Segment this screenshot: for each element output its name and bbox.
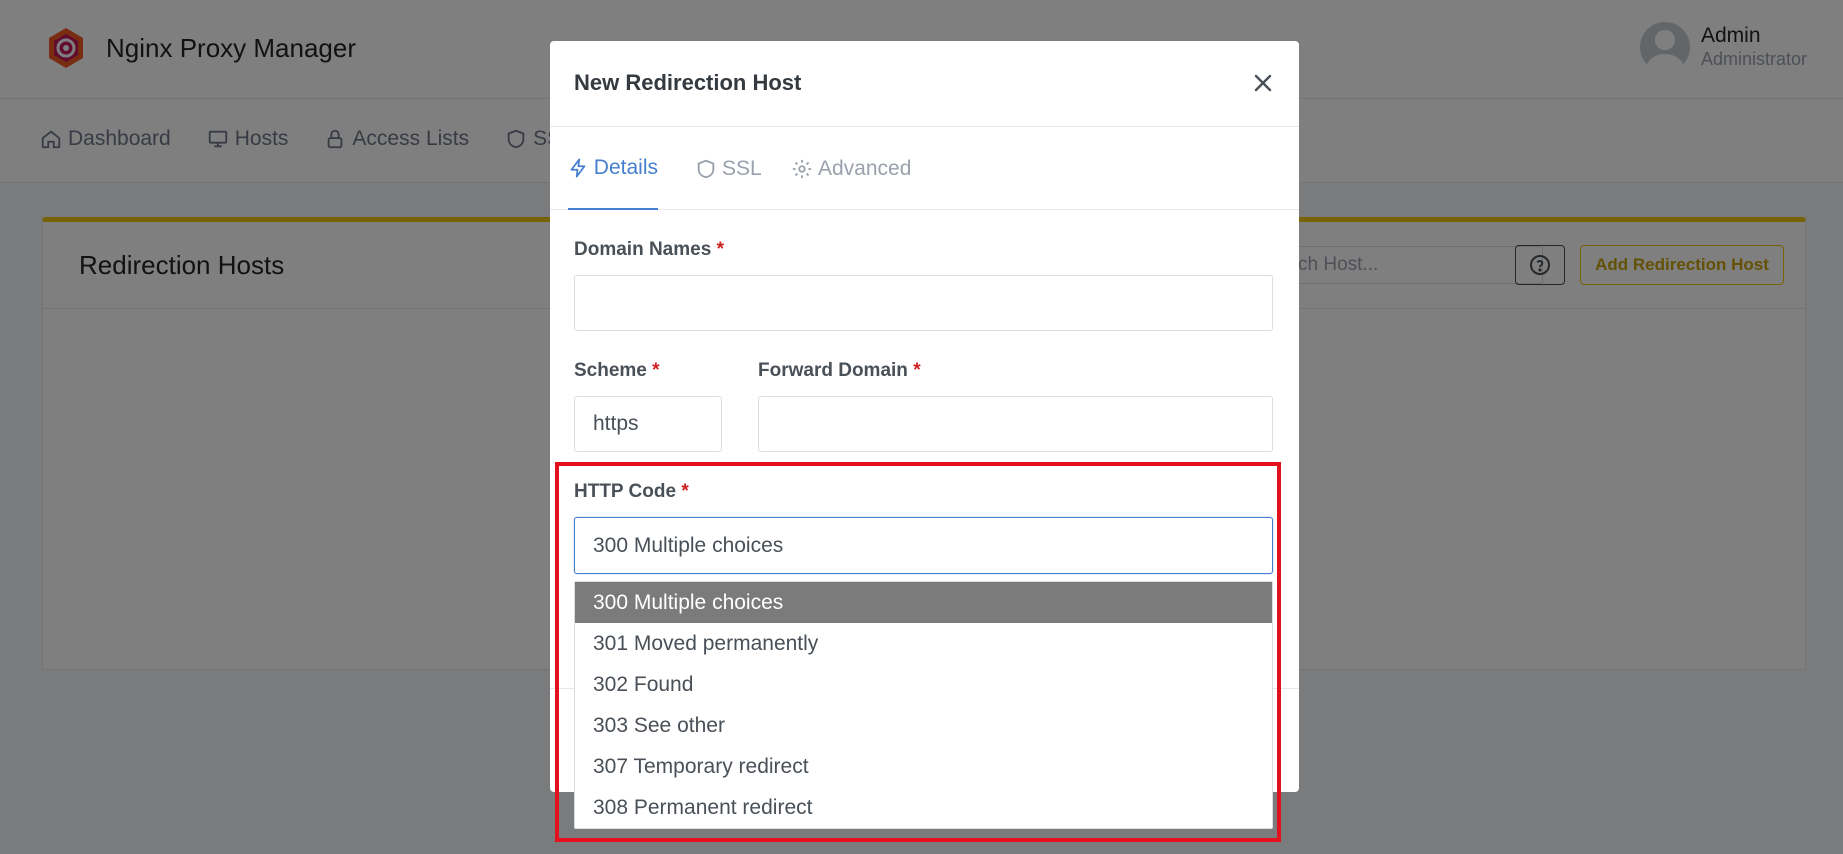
gear-icon	[792, 159, 812, 178]
domain-names-label: Domain Names *	[574, 239, 724, 260]
scheme-label: Scheme *	[574, 360, 660, 381]
forward-domain-label: Forward Domain *	[758, 360, 921, 381]
highlight-box	[555, 462, 1281, 842]
modal-header: New Redirection Host	[550, 41, 1299, 127]
required-mark: *	[716, 239, 724, 260]
lightning-icon	[570, 157, 586, 178]
close-icon	[1254, 74, 1272, 92]
tab-details[interactable]: Details	[568, 127, 658, 210]
forward-domain-input[interactable]	[758, 396, 1273, 452]
domain-names-input[interactable]	[574, 275, 1273, 331]
close-button[interactable]	[1249, 69, 1277, 97]
required-mark: *	[913, 360, 921, 381]
tab-advanced[interactable]: Advanced	[791, 127, 911, 210]
tab-label: SSL	[722, 156, 762, 180]
shield-icon	[697, 159, 715, 178]
tab-label: Advanced	[818, 156, 912, 180]
modal-title: New Redirection Host	[574, 70, 802, 95]
required-mark: *	[652, 360, 660, 381]
tab-ssl[interactable]: SSL	[695, 127, 762, 210]
scheme-select[interactable]: https	[574, 396, 722, 452]
modal-tabs: Details SSL Advanced	[550, 127, 1299, 210]
tab-label: Details	[593, 155, 658, 179]
